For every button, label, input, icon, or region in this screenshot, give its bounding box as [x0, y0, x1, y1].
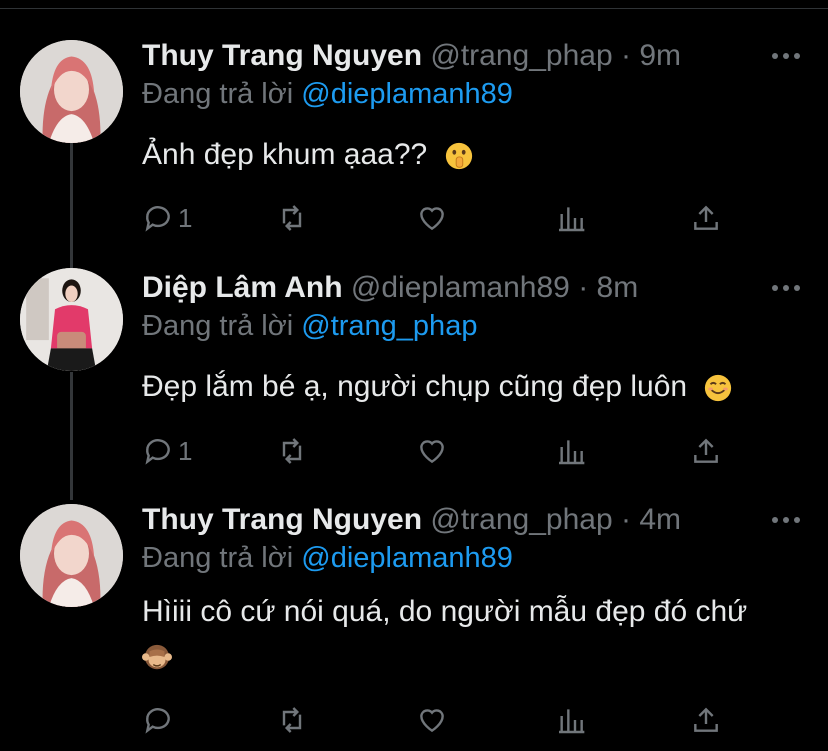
author-name[interactable]: Thuy Trang Nguyen [142, 39, 422, 72]
tweet-header: Thuy Trang Nguyen @trang_phap · 9m [142, 38, 681, 74]
author-name[interactable]: Diệp Lâm Anh [142, 271, 343, 304]
replying-to: Đang trả lời @trang_phap [142, 308, 477, 344]
reply-button[interactable]: 1 [142, 200, 192, 236]
share-button[interactable] [690, 433, 722, 469]
like-button[interactable] [416, 702, 448, 738]
avatar[interactable] [20, 40, 123, 143]
replying-to: Đang trả lời @dieplamanh89 [142, 76, 513, 112]
retweet-icon [282, 438, 302, 464]
reply-count: 1 [178, 202, 193, 233]
tweet-actions: 1 [0, 433, 828, 469]
timestamp[interactable]: 4m [639, 503, 681, 536]
more-options-icon[interactable] [772, 514, 800, 526]
retweet-button[interactable] [276, 200, 308, 236]
avatar-woman-pink-suit-image [20, 268, 123, 371]
heart-icon [420, 709, 444, 733]
heart-icon [420, 440, 444, 464]
separator-dot: · [578, 271, 589, 304]
top-divider [0, 8, 828, 9]
reply-button[interactable] [142, 702, 178, 738]
replying-to-label: Đang trả lời [142, 542, 294, 574]
replying-to-mention[interactable]: @dieplamanh89 [301, 78, 513, 110]
retweet-button[interactable] [276, 702, 308, 738]
author-handle[interactable]: @dieplamanh89 [351, 271, 570, 304]
retweet-button[interactable] [276, 433, 308, 469]
reply-icon [145, 206, 170, 232]
replying-to-label: Đang trả lời [142, 78, 294, 110]
tweet-text: Đẹp lắm bé ạ, người chụp cũng đẹp luôn [142, 365, 733, 409]
analytics-icon [559, 207, 585, 232]
like-button[interactable] [416, 433, 448, 469]
analytics-icon [559, 440, 585, 465]
avatar[interactable] [20, 504, 123, 607]
timestamp[interactable]: 8m [597, 271, 639, 304]
retweet-icon [282, 205, 302, 231]
replying-to-mention[interactable]: @dieplamanh89 [301, 542, 513, 574]
more-options-icon[interactable] [772, 282, 800, 294]
reply-button[interactable]: 1 [142, 433, 192, 469]
tweet-text-content: Ảnh đẹp khum ạaa?? [142, 138, 428, 171]
analytics-button[interactable] [555, 702, 587, 738]
heart-icon [420, 207, 444, 231]
avatar-pink-hair-image [20, 40, 123, 143]
tweet-header: Thuy Trang Nguyen @trang_phap · 4m [142, 502, 681, 538]
author-handle[interactable]: @trang_phap [430, 39, 612, 72]
reply-icon [145, 708, 170, 734]
tweet-actions: 1 [0, 200, 828, 236]
smiling-face-emoji-icon [705, 374, 732, 402]
share-button[interactable] [690, 702, 722, 738]
more-options-icon[interactable] [772, 50, 800, 62]
replying-to-label: Đang trả lời [142, 310, 294, 342]
analytics-icon [559, 709, 585, 734]
timestamp[interactable]: 9m [639, 39, 681, 72]
separator-dot: · [620, 39, 631, 72]
tweet-text-content: Hìiii cô cứ nói quá, do người mẫu đẹp đó… [142, 595, 748, 628]
separator-dot: · [620, 503, 631, 536]
tweet-actions [0, 702, 828, 738]
replying-to-mention[interactable]: @trang_phap [301, 310, 477, 342]
avatar-pink-hair-image [20, 504, 123, 607]
tweet-header: Diệp Lâm Anh @dieplamanh89 · 8m [142, 270, 638, 306]
share-icon [694, 707, 718, 732]
replying-to: Đang trả lời @dieplamanh89 [142, 540, 513, 576]
share-icon [694, 205, 718, 230]
author-handle[interactable]: @trang_phap [430, 503, 612, 536]
shushing-face-emoji-icon [445, 142, 472, 170]
author-name[interactable]: Thuy Trang Nguyen [142, 503, 422, 536]
see-no-evil-monkey-emoji-icon [142, 644, 172, 670]
like-button[interactable] [416, 200, 448, 236]
avatar[interactable] [20, 268, 123, 371]
tweet-text: Ảnh đẹp khum ạaa?? [142, 133, 474, 177]
reply-count: 1 [178, 435, 193, 466]
analytics-button[interactable] [555, 200, 587, 236]
analytics-button[interactable] [555, 433, 587, 469]
tweet-text-content: Đẹp lắm bé ạ, người chụp cũng đẹp luôn [142, 370, 688, 403]
share-button[interactable] [690, 200, 722, 236]
tweet-emoji [142, 642, 172, 672]
reply-icon [145, 439, 170, 465]
tweet-text: Hìiii cô cứ nói quá, do người mẫu đẹp đó… [142, 590, 747, 634]
share-icon [694, 438, 718, 463]
retweet-icon [282, 707, 302, 733]
